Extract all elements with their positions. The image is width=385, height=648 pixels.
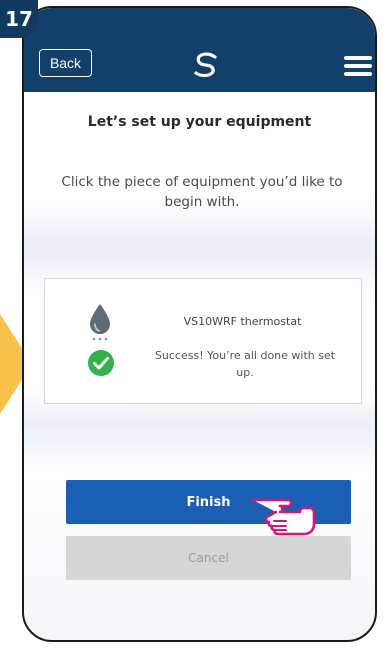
device-card-thermostat[interactable]: VS10WRF thermostat Success! You’re all d… (44, 278, 362, 404)
hamburger-menu-icon[interactable] (344, 56, 372, 76)
app-header: Back (24, 8, 375, 92)
device-name: VS10WRF thermostat (183, 315, 302, 328)
page-title: Let’s set up your equipment (87, 114, 312, 130)
cancel-button[interactable]: Cancel (66, 536, 351, 580)
step-number-badge: 17 (0, 0, 38, 38)
page-subtitle: Click the piece of equipment you’d like … (61, 174, 343, 210)
device-status: Success! You’re all done with set up. (154, 349, 336, 379)
pointing-hand-icon (251, 498, 316, 536)
back-button[interactable]: Back (39, 49, 92, 77)
checkmark-circle-icon (88, 350, 114, 376)
phone-frame: Back Let’s set up your equipment Click t… (22, 6, 377, 642)
water-drop-icon (90, 304, 110, 341)
swirl-logo-icon (194, 52, 217, 78)
